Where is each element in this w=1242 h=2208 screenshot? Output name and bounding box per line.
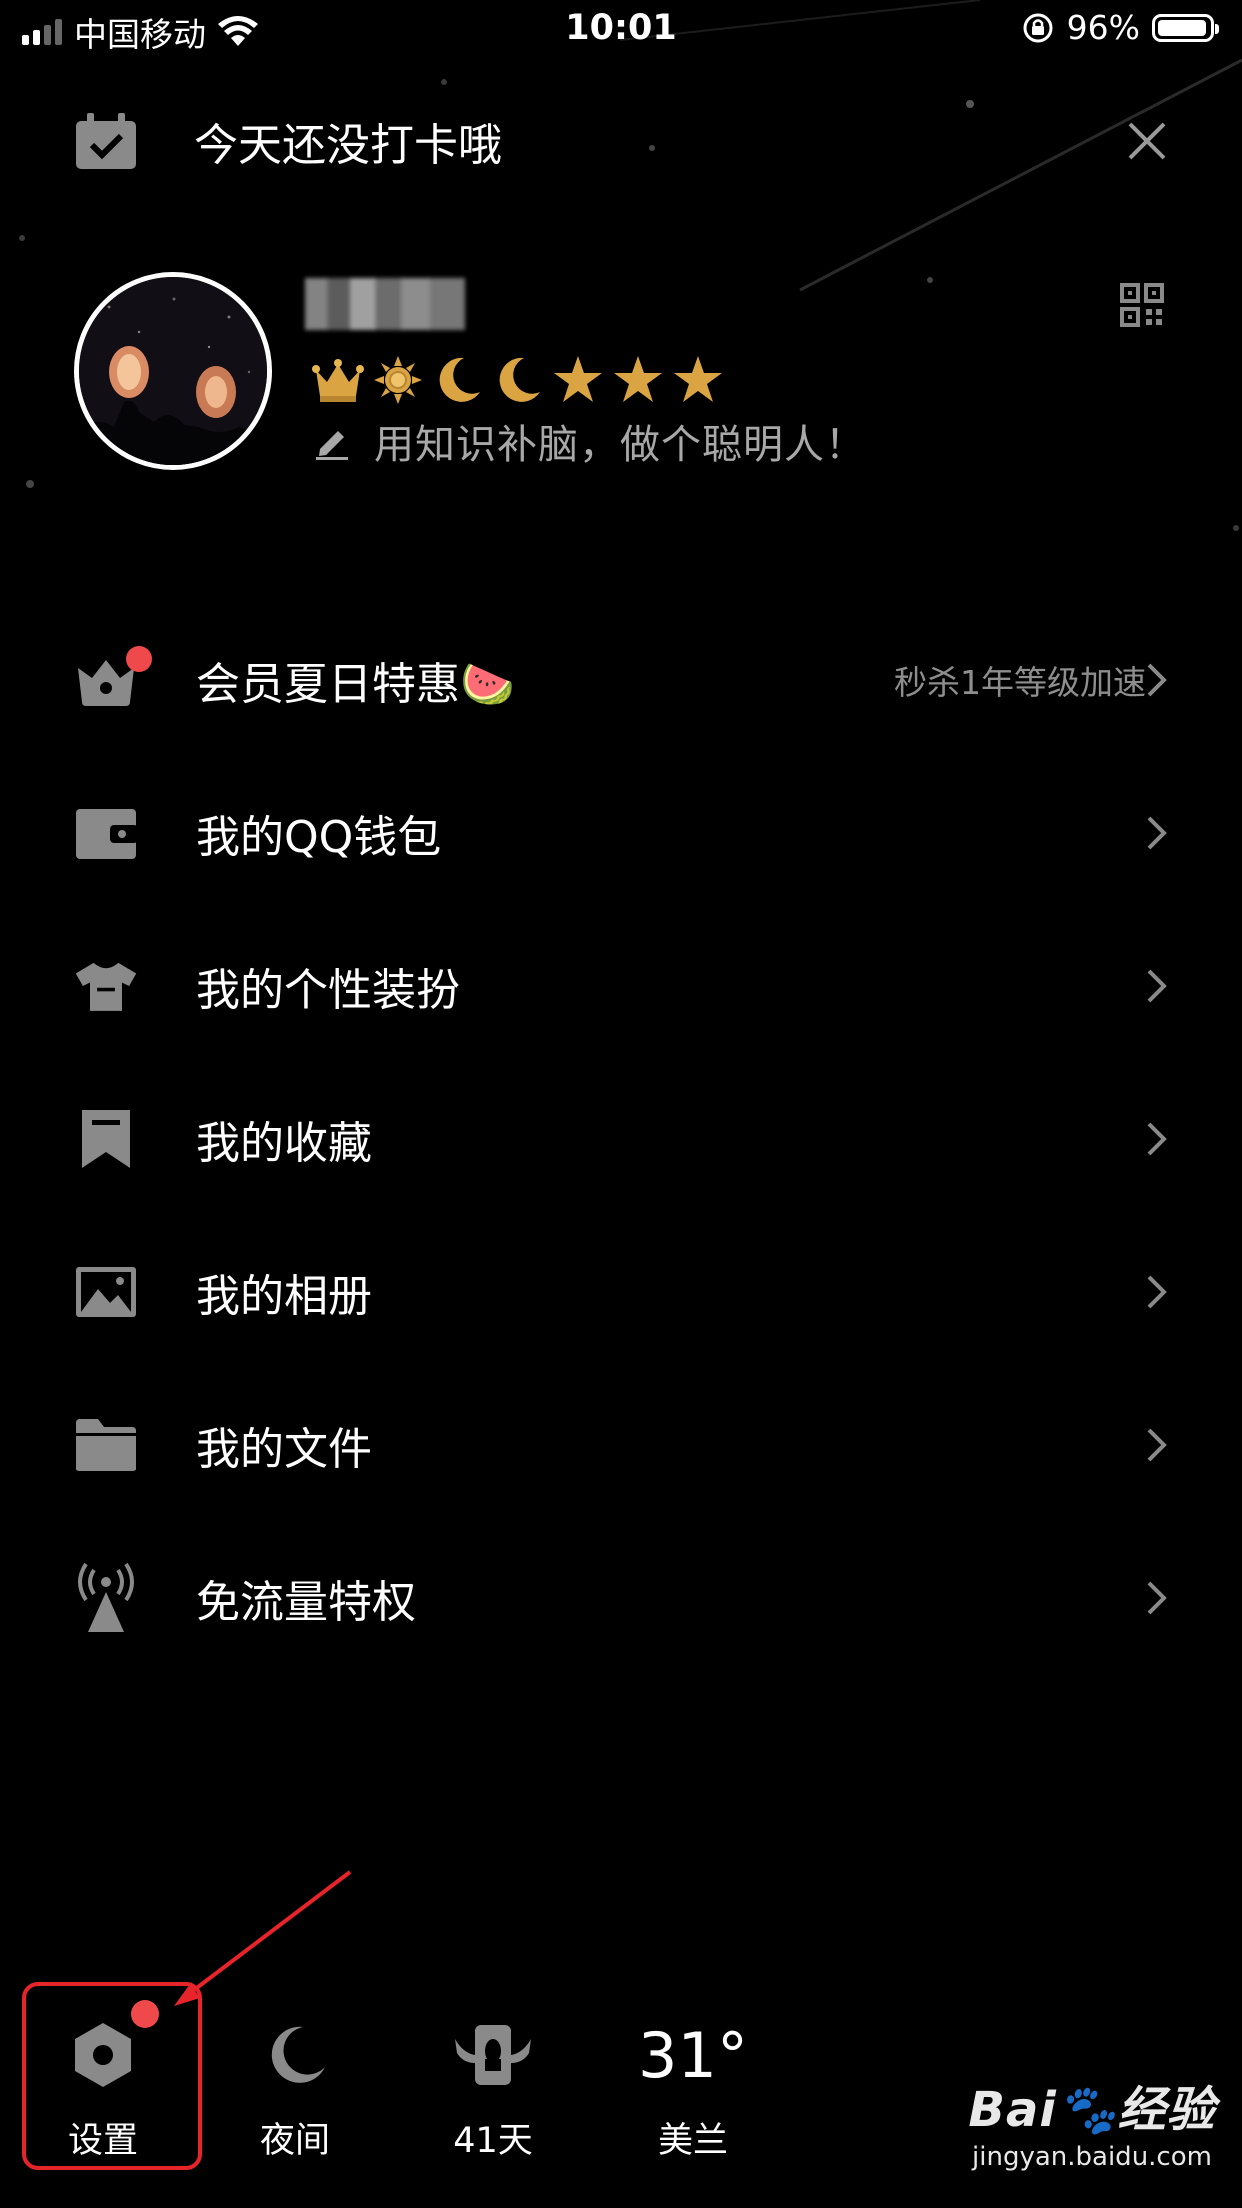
menu-label: 我的QQ钱包: [196, 812, 442, 863]
menu-label: 我的文件: [196, 1424, 372, 1475]
menu-item-album[interactable]: 我的相册: [0, 1242, 1242, 1342]
signature-row[interactable]: 用知识补脑，做个聪明人！: [312, 412, 866, 470]
weather-button[interactable]: 31° 美兰: [618, 2010, 768, 2163]
notification-dot: [126, 646, 152, 672]
photo-icon: [74, 1260, 138, 1324]
night-mode-button[interactable]: 夜间: [220, 2010, 370, 2163]
status-bar: 中国移动 10:01 96%: [0, 0, 1242, 62]
days-button[interactable]: 41天: [418, 2010, 568, 2163]
menu-label: 我的收藏: [196, 1118, 372, 1169]
menu-item-favorites[interactable]: 我的收藏: [0, 1089, 1242, 1189]
night-label: 夜间: [259, 2121, 330, 2161]
signal-tower-icon: [74, 1562, 138, 1632]
star-icon: [554, 356, 602, 402]
avatar-lantern-photo: [79, 277, 267, 465]
battery-icon: [1152, 13, 1219, 42]
menu-item-files[interactable]: 我的文件: [0, 1395, 1242, 1495]
menu-item-personalization[interactable]: 我的个性装扮: [0, 936, 1242, 1036]
checkin-text: 今天还没打卡哦: [194, 120, 502, 171]
signature-text: 用知识补脑，做个聪明人！: [374, 422, 866, 468]
shirt-icon: [74, 954, 138, 1018]
status-right: 96%: [1021, 8, 1219, 47]
sun-icon: [374, 356, 422, 404]
chevron-right-icon: [1147, 1122, 1167, 1156]
chevron-right-icon: [1147, 663, 1167, 697]
star-icon: [614, 356, 662, 402]
menu-item-vip-summer[interactable]: 会员夏日特惠🍉 秒杀1年等级加速: [0, 630, 1242, 730]
baidu-jingyan-watermark: Bai🐾经验 jingyan.baidu.com: [952, 2070, 1232, 2172]
star-icon: [674, 356, 722, 402]
bookmark-icon: [74, 1107, 138, 1171]
chevron-right-icon: [1147, 1275, 1167, 1309]
chevron-right-icon: [1147, 1428, 1167, 1462]
close-icon[interactable]: [1120, 114, 1174, 168]
avatar[interactable]: [74, 272, 272, 470]
menu-label: 我的相册: [196, 1271, 372, 1322]
annotation-highlight-box: [22, 1982, 202, 2170]
days-label: 41天: [453, 2121, 533, 2161]
moon-icon: [220, 2010, 370, 2100]
rotation-lock-icon: [1023, 13, 1053, 42]
checkin-banner[interactable]: 今天还没打卡哦: [74, 108, 1174, 174]
winged-penguin-icon: [418, 2010, 568, 2100]
crown-icon: [312, 359, 364, 402]
qr-code-icon[interactable]: [1120, 283, 1164, 327]
username-blurred: [305, 278, 465, 330]
menu-label: 我的个性装扮: [196, 965, 460, 1016]
temperature: 31°: [638, 2018, 748, 2092]
chevron-right-icon: [1147, 816, 1167, 850]
folder-icon: [74, 1413, 138, 1477]
moon-icon: [439, 357, 480, 402]
menu-label: 免流量特权: [196, 1577, 416, 1628]
calendar-check-icon: [76, 113, 136, 169]
chevron-right-icon: [1147, 1581, 1167, 1615]
wallet-icon: [74, 801, 138, 865]
menu-subtext: 秒杀1年等级加速: [894, 663, 1146, 702]
battery-percent: 96%: [1066, 8, 1140, 47]
pencil-edit-icon: [316, 431, 348, 460]
watermark-logo: Bai🐾经验: [968, 2082, 1216, 2138]
moon-icon: [499, 357, 540, 402]
city-label: 美兰: [657, 2121, 728, 2161]
level-badges[interactable]: [310, 352, 726, 408]
chevron-right-icon: [1147, 969, 1167, 1003]
menu-item-qq-wallet[interactable]: 我的QQ钱包: [0, 783, 1242, 883]
watermark-url: jingyan.baidu.com: [972, 2142, 1212, 2172]
menu-label: 会员夏日特惠🍉: [196, 659, 515, 710]
menu-item-free-data[interactable]: 免流量特权: [0, 1548, 1242, 1648]
battery-level-fill: [1158, 19, 1206, 36]
